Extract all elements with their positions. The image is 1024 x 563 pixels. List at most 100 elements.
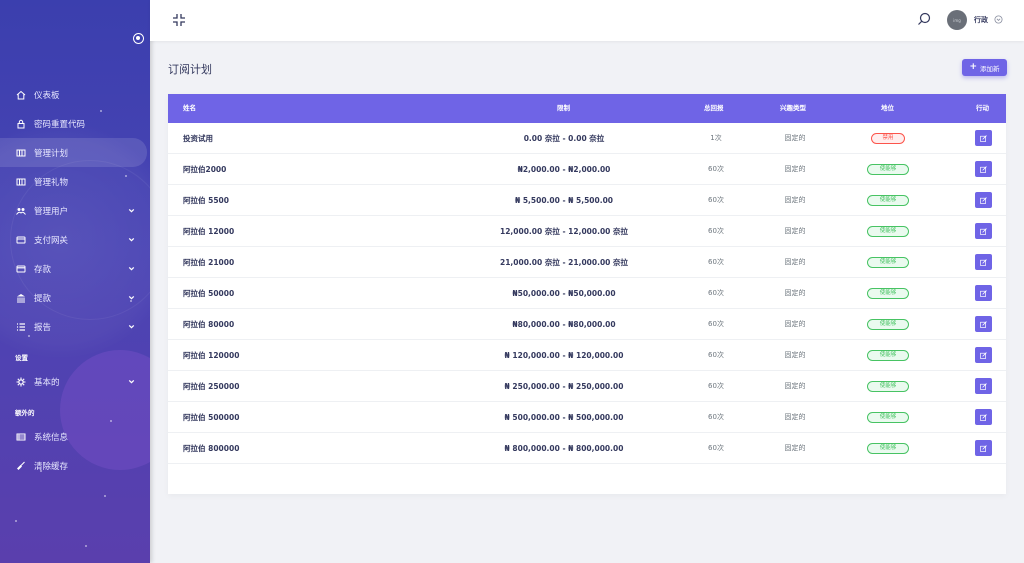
plan-total-return-text: 60次 — [708, 165, 724, 173]
sidebar-item-7[interactable]: 提款 — [0, 283, 150, 312]
sidebar-item-0[interactable]: 仪表板 — [0, 80, 150, 109]
edit-button[interactable] — [975, 409, 992, 425]
avatar[interactable]: img — [947, 10, 967, 30]
header-action: 行动 — [976, 104, 989, 112]
status-badge: 使能够 — [867, 226, 909, 237]
plan-limit-text: ₦ 120,000.00 - ₦ 120,000.00 — [504, 351, 624, 360]
plan-total-return-text: 60次 — [708, 444, 724, 452]
sidebar-item-5[interactable]: 支付网关 — [0, 225, 150, 254]
plan-total-return-text: 60次 — [708, 382, 724, 390]
status-badge: 禁用 — [871, 133, 905, 144]
plan-interest-type-text: 固定的 — [784, 444, 806, 452]
plan-limit-text: ₦50,000.00 - ₦50,000.00 — [512, 289, 616, 298]
plan-interest-type-text: 固定的 — [784, 351, 806, 359]
sidebar-toggle-icon[interactable] — [133, 33, 144, 44]
plan-total-return-text: 1次 — [710, 134, 722, 142]
user-dropdown-icon[interactable] — [994, 15, 1003, 24]
avatar-image-text: img — [953, 17, 961, 23]
sidebar-item-3[interactable]: 管理礼物 — [0, 167, 150, 196]
list-icon — [16, 322, 26, 332]
sidebar-item-label: 基本的 — [34, 377, 60, 388]
edit-button[interactable] — [975, 285, 992, 301]
plan-name: 阿拉伯 80000 — [183, 320, 235, 329]
plan-interest-type-text: 固定的 — [784, 165, 806, 173]
sidebar-menu: 仪表板 密码重置代码 管理计划 管理礼物 管理用户 支付网关 存款 提款 报告 设置 基本的 额外的系… — [0, 80, 150, 480]
plan-total-return-text: 60次 — [708, 258, 724, 266]
table-row: 阿拉伯 250000 ₦ 250,000.00 - ₦ 250,000.00 60次… — [168, 371, 1006, 402]
edit-button[interactable] — [975, 378, 992, 394]
status-badge: 使能够 — [867, 195, 909, 206]
sidebar-item-label: 管理用户 — [34, 206, 69, 217]
chevron-down-icon — [128, 324, 135, 329]
bank-icon — [16, 293, 26, 303]
plan-total-return-text: 60次 — [708, 413, 724, 421]
plan-interest-type-text: 固定的 — [784, 258, 806, 266]
sidebar-heading-extra: 额外的 — [15, 409, 35, 417]
header-status: 地位 — [881, 104, 894, 112]
sidebar-item-label: 管理礼物 — [34, 177, 69, 188]
chevron-down-icon — [128, 266, 135, 271]
topbar: img 行政 — [150, 0, 1024, 41]
sidebar-item-label: 密码重置代码 — [34, 119, 86, 130]
edit-button[interactable] — [975, 347, 992, 363]
edit-button[interactable] — [975, 130, 992, 146]
plan-name: 阿拉伯2000 — [183, 165, 227, 174]
edit-button[interactable] — [975, 192, 992, 208]
plan-interest-type-text: 固定的 — [784, 227, 806, 235]
plan-interest-type-text: 固定的 — [784, 382, 806, 390]
sidebar: 仪表板 密码重置代码 管理计划 管理礼物 管理用户 支付网关 存款 提款 报告 设置 基本的 额外的系… — [0, 0, 150, 563]
sidebar-item-2[interactable]: 管理计划 — [0, 138, 147, 167]
header-total-return: 总回报 — [704, 104, 724, 112]
status-badge: 使能够 — [867, 443, 909, 454]
table-row: 阿拉伯 21000 21,000.00 奈拉 - 21,000.00 奈拉 60次 固… — [168, 247, 1006, 278]
edit-button[interactable] — [975, 254, 992, 270]
edit-icon — [980, 289, 987, 297]
credit-card-icon — [16, 235, 26, 245]
plan-name: 阿拉伯 120000 — [183, 351, 240, 360]
plan-name: 阿拉伯 800000 — [183, 444, 240, 453]
collapse-icon[interactable] — [172, 13, 186, 27]
user-name[interactable]: 行政 — [974, 15, 988, 25]
sidebar-item-label: 支付网关 — [34, 235, 69, 246]
plan-name: 阿拉伯 50000 — [183, 289, 235, 298]
plan-total-return-text: 60次 — [708, 289, 724, 297]
table-header: 姓名 限制 总回报 兴趣类型 地位 行动 — [168, 94, 1006, 123]
sidebar-item-8[interactable]: 报告 — [0, 312, 150, 341]
sidebar-extra-item-0[interactable]: 系统信息 — [0, 422, 150, 451]
sidebar-item-6[interactable]: 存款 — [0, 254, 150, 283]
sidebar-item-label: 管理计划 — [34, 148, 69, 159]
plan-total-return-text: 60次 — [708, 196, 724, 204]
plan-interest-type-text: 固定的 — [784, 134, 806, 142]
sidebar-item-4[interactable]: 管理用户 — [0, 196, 150, 225]
gear-icon — [16, 377, 26, 387]
sidebar-settings-item-0[interactable]: 基本的 — [0, 367, 150, 396]
sidebar-item-label: 仪表板 — [34, 90, 60, 101]
table-row: 阿拉伯 800000 ₦ 800,000.00 - ₦ 800,000.00 60次… — [168, 433, 1006, 464]
edit-button[interactable] — [975, 223, 992, 239]
sidebar-item-1[interactable]: 密码重置代码 — [0, 109, 150, 138]
sidebar-extra-item-1[interactable]: 清除缓存 — [0, 451, 150, 480]
plan-icon — [16, 148, 26, 158]
server-icon — [16, 432, 26, 442]
status-badge: 使能够 — [867, 288, 909, 299]
status-badge: 使能够 — [867, 319, 909, 330]
plans-table-card: 姓名 限制 总回报 兴趣类型 地位 行动 投资试用 0.00 奈拉 - 0.00 … — [168, 94, 1006, 494]
plan-limit-text: ₦2,000.00 - ₦2,000.00 — [517, 165, 611, 174]
edit-button[interactable] — [975, 316, 992, 332]
sidebar-item-label: 存款 — [34, 264, 52, 275]
edit-icon — [980, 382, 987, 390]
edit-icon — [980, 258, 987, 266]
table-row: 阿拉伯 5500 ₦ 5,500.00 - ₦ 5,500.00 60次 固定的 使能够 — [168, 185, 1006, 216]
edit-icon — [980, 444, 987, 452]
chevron-down-icon — [128, 237, 135, 242]
edit-button[interactable] — [975, 440, 992, 456]
edit-button[interactable] — [975, 161, 992, 177]
plan-limit-text: ₦ 500,000.00 - ₦ 500,000.00 — [504, 413, 624, 422]
add-plan-button[interactable]: + 添加新 — [962, 59, 1007, 76]
add-plan-button-label: 添加新 — [980, 64, 1000, 73]
search-icon[interactable] — [917, 12, 931, 26]
chevron-down-icon — [128, 295, 135, 300]
plan-total-return-text: 60次 — [708, 320, 724, 328]
plan-name: 投资试用 — [183, 134, 213, 143]
status-badge: 使能够 — [867, 381, 909, 392]
